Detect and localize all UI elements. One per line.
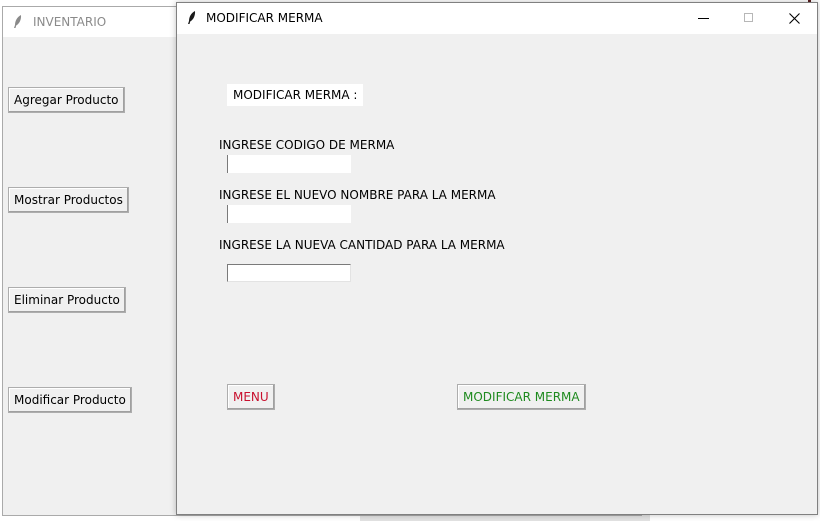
modificar-merma-titlebar[interactable]: MODIFICAR MERMA — [177, 3, 817, 34]
maximize-icon[interactable] — [726, 3, 772, 34]
mostrar-productos-button[interactable]: Mostrar Productos — [8, 187, 129, 213]
eliminar-producto-button[interactable]: Eliminar Producto — [8, 287, 126, 313]
dialog-title: MODIFICAR MERMA — [206, 11, 323, 25]
cantidad-label: INGRESE LA NUEVA CANTIDAD PARA LA MERMA — [219, 238, 505, 252]
codigo-input[interactable] — [227, 155, 351, 173]
menu-button[interactable]: MENU — [227, 384, 275, 410]
section-title: MODIFICAR MERMA : — [227, 84, 364, 106]
inventario-title: INVENTARIO — [33, 15, 107, 29]
feather-icon — [187, 10, 197, 28]
modificar-producto-button[interactable]: Modificar Producto — [8, 387, 132, 413]
codigo-label: INGRESE CODIGO DE MERMA — [219, 138, 395, 152]
nombre-input[interactable] — [227, 205, 351, 223]
nombre-label: INGRESE EL NUEVO NOMBRE PARA LA MERMA — [219, 188, 496, 202]
cantidad-input[interactable] — [227, 264, 351, 282]
feather-icon — [13, 14, 23, 32]
agregar-producto-button[interactable]: Agregar Producto — [8, 87, 125, 113]
minimize-icon[interactable] — [680, 3, 726, 34]
close-icon[interactable] — [772, 3, 818, 34]
modificar-merma-button[interactable]: MODIFICAR MERMA — [457, 384, 586, 410]
modificar-merma-window: MODIFICAR MERMA MODIFICAR MERMA : INGRES… — [176, 2, 818, 515]
